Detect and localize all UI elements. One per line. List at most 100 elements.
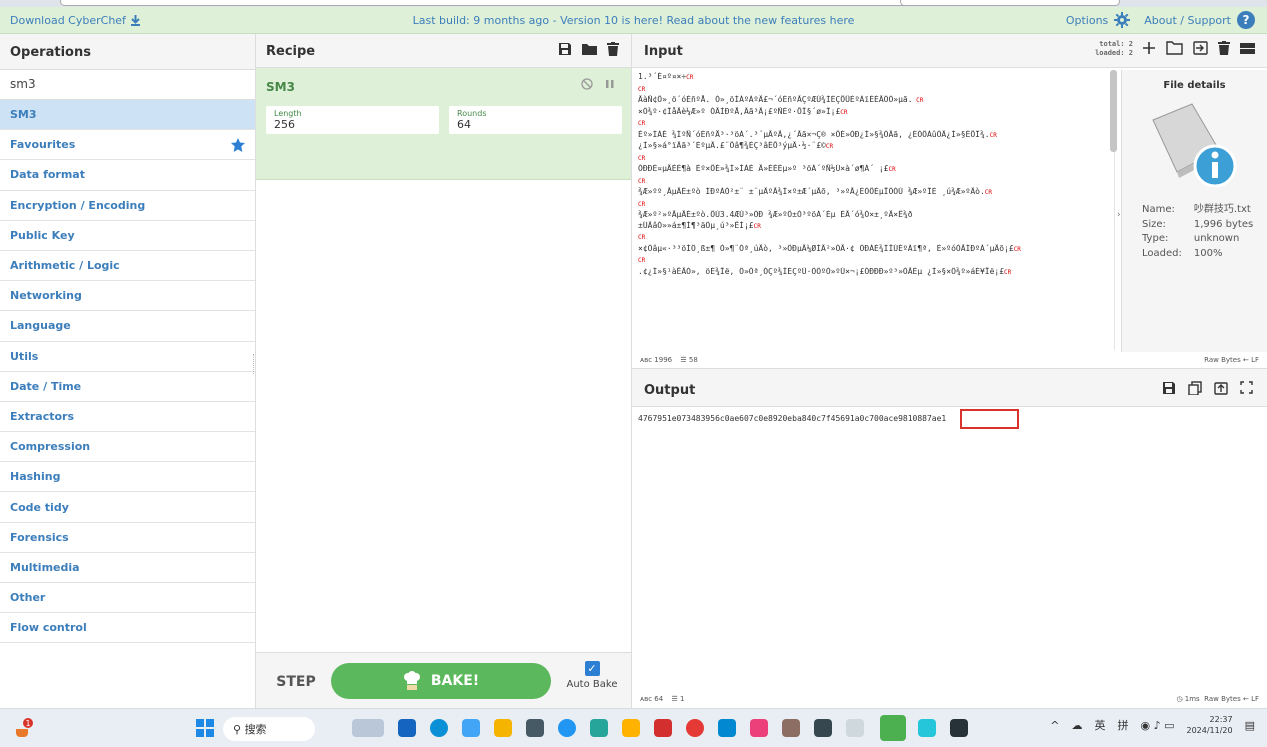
auto-bake-toggle[interactable]: ✓ Auto Bake — [561, 661, 623, 690]
step-button[interactable]: STEP — [266, 667, 326, 697]
trash-icon[interactable] — [607, 42, 619, 56]
taskbar-search[interactable]: ⚲ 搜索 — [223, 717, 315, 741]
rounds-value[interactable]: 64 — [457, 118, 614, 131]
app-icon[interactable] — [750, 719, 768, 737]
file-details-title: File details — [1163, 80, 1226, 91]
category-public-key[interactable]: Public Key — [0, 221, 255, 251]
app-icon[interactable] — [526, 719, 544, 737]
netease-music-icon[interactable] — [686, 719, 704, 737]
folder-icon[interactable] — [582, 42, 597, 56]
category-language[interactable]: Language — [0, 311, 255, 342]
category-compression[interactable]: Compression — [0, 432, 255, 463]
file-explorer-icon[interactable] — [494, 719, 512, 737]
open-folder-icon[interactable] — [1166, 41, 1183, 55]
operation-result-sm3[interactable]: SM3 — [0, 100, 255, 131]
download-link[interactable]: Download CyberChef — [10, 14, 141, 27]
clock-icon: ◷ — [1176, 695, 1185, 703]
recipe-footer: STEP BAKE! ✓ Auto Bake — [256, 652, 631, 708]
category-data-format[interactable]: Data format — [0, 160, 255, 191]
maximize-icon[interactable] — [1240, 381, 1253, 394]
java-coffee-icon[interactable]: 1 — [13, 717, 35, 739]
copy-icon[interactable] — [1188, 381, 1202, 395]
category-networking[interactable]: Networking — [0, 281, 255, 312]
app-icon[interactable] — [622, 719, 640, 737]
length-value[interactable]: 256 — [274, 118, 431, 131]
trash-icon[interactable] — [1218, 41, 1230, 55]
operations-panel: Operations sm3 SM3 Favourites Data forma… — [0, 34, 256, 708]
pause-icon[interactable] — [605, 78, 615, 90]
wps-icon[interactable] — [654, 719, 672, 737]
about-link[interactable]: About / Support — [1144, 14, 1231, 27]
output-encoding-status[interactable]: Raw Bytes ← LF — [1204, 695, 1259, 703]
windows-start-icon[interactable] — [196, 719, 214, 737]
input-line: ¾Æ»º²»ºÃµÄÈ±ºò.ÔÚ3.4ÆÚ³»ÓÐ ¾Æ»ºÖ±Ò³ºöÀ´È… — [638, 210, 913, 219]
category-other[interactable]: Other — [0, 583, 255, 614]
edge-browser-icon[interactable] — [430, 719, 448, 737]
notification-icon[interactable]: ▤ — [1245, 719, 1255, 732]
options-link[interactable]: Options — [1066, 14, 1108, 27]
category-label: Flow control — [10, 621, 87, 635]
ime-language[interactable]: 英 — [1094, 717, 1105, 733]
settings-app-icon[interactable] — [462, 719, 480, 737]
save-icon[interactable] — [1162, 381, 1176, 395]
taskbar-clock[interactable]: 22:37 2024/11/20 — [1186, 714, 1232, 736]
input-textarea[interactable]: 1.³´È¤º¤×÷CR CR ÃàÑ¢Ô»¸ö´óÉñºÅ. Ò»¸öÍÁºÀ… — [638, 72, 1108, 352]
input-line: ÃàÑ¢Ô»¸ö´óÉñºÅ. Ò»¸öÍÁºÀºÃ£¬´óÉñºÃÇºÆÚ¾Í… — [638, 95, 924, 104]
input-line: ×¢Òâµ«·³³öÌÖ¸ß±¶ Ò»¶¨Òª¸úÃò, ³»ÖÐµÄ¼ØÍÄ²… — [638, 243, 1021, 253]
rounds-field[interactable]: Rounds 64 — [449, 106, 622, 134]
layout-icon[interactable] — [1240, 42, 1255, 55]
checkbox-checked-icon[interactable]: ✓ — [584, 661, 600, 676]
output-hash-text[interactable]: 4767951e073483956c0ae607c0e8920eba840c7f… — [638, 414, 946, 423]
app-icon[interactable] — [718, 719, 736, 737]
address-bar[interactable] — [60, 0, 910, 6]
category-hashing[interactable]: Hashing — [0, 462, 255, 493]
recipe-title: Recipe — [266, 44, 316, 59]
terminal-icon[interactable] — [814, 719, 832, 737]
gear-icon[interactable] — [1114, 12, 1131, 28]
app-icon[interactable] — [918, 719, 936, 737]
browser-icon[interactable] — [558, 719, 576, 737]
collapse-arrow-icon[interactable]: › — [1117, 210, 1121, 220]
category-utils[interactable]: Utils — [0, 342, 255, 372]
star-icon[interactable] — [231, 137, 245, 152]
task-view-icon[interactable] — [398, 719, 416, 737]
browser-search-bar[interactable] — [900, 0, 1120, 6]
help-icon[interactable]: ? — [1237, 11, 1255, 29]
bake-button[interactable]: BAKE! — [331, 663, 551, 699]
input-encoding-status[interactable]: Raw Bytes ← LF — [1204, 356, 1259, 364]
wechat-icon[interactable] — [880, 715, 906, 741]
tray-overflow-icon[interactable]: ^ — [1050, 719, 1059, 732]
widgets-icon[interactable] — [352, 719, 384, 737]
length-field[interactable]: Length 256 — [266, 106, 439, 134]
input-scrollbar[interactable] — [1110, 70, 1117, 152]
category-date-time[interactable]: Date / Time — [0, 372, 255, 402]
messaging-icon[interactable] — [590, 719, 608, 737]
category-forensics[interactable]: Forensics — [0, 523, 255, 553]
app-icon[interactable] — [782, 719, 800, 737]
sm3-operation-card[interactable]: SM3 Length 256 Rounds 64 — [256, 68, 631, 180]
category-multimedia[interactable]: Multimedia — [0, 553, 255, 583]
category-extractors[interactable]: Extractors — [0, 402, 255, 433]
release-notice-link[interactable]: Last build: 9 months ago - Version 10 is… — [413, 14, 855, 27]
operations-search-input[interactable]: sm3 — [0, 70, 255, 100]
save-icon[interactable] — [558, 42, 572, 56]
disable-icon[interactable] — [581, 78, 593, 90]
category-label: Code tidy — [10, 500, 69, 514]
category-arithmetic-logic[interactable]: Arithmetic / Logic — [0, 251, 255, 282]
open-file-icon[interactable] — [1193, 41, 1208, 55]
category-flow-control[interactable]: Flow control — [0, 613, 255, 644]
replace-input-icon[interactable] — [1214, 381, 1228, 395]
category-label: Favourites — [10, 138, 76, 152]
ime-mode[interactable]: 拼 — [1117, 717, 1128, 733]
wifi-volume-battery-icon[interactable]: ◉ ♪ ▭ — [1140, 719, 1174, 732]
input-line: ÓÐÐÈ¤µÄÈÈ¶à Èº×ÔÈ»¾Í»ÍÁÈ Ã»ÈÈÈµ»º ³öÀ´ºÑ… — [638, 164, 896, 173]
app-icon[interactable] — [846, 719, 864, 737]
cloud-icon[interactable]: ☁ — [1071, 719, 1082, 732]
category-code-tidy[interactable]: Code tidy — [0, 492, 255, 523]
operation-title: SM3 — [266, 80, 295, 94]
add-tab-icon[interactable] — [1142, 41, 1156, 55]
output-status-bar: ᴀʙᴄ 64 ☰ 1 ◷ 1ms Raw Bytes ← LF — [640, 695, 1259, 703]
app-icon[interactable] — [950, 719, 968, 737]
category-encryption-encoding[interactable]: Encryption / Encoding — [0, 191, 255, 221]
category-favourites[interactable]: Favourites — [0, 130, 255, 161]
